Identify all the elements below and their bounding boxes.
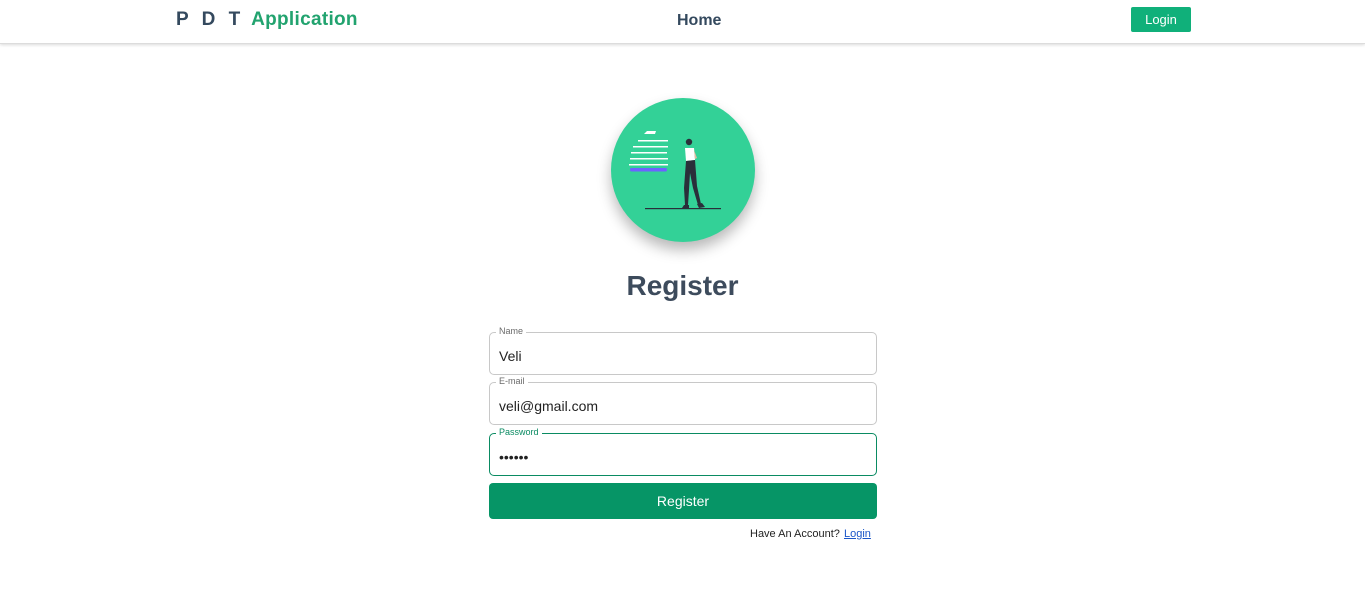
brand-logo[interactable]: P D T Application <box>176 9 358 31</box>
nav-home-link[interactable]: Home <box>677 12 721 30</box>
name-field-label: Name <box>496 326 527 336</box>
top-navbar: P D T Application Home Login <box>0 0 1365 44</box>
brand-text-pdt: P D T <box>176 9 245 30</box>
name-field[interactable]: Name <box>489 326 877 375</box>
page-title: Register <box>626 270 739 301</box>
register-button[interactable]: Register <box>489 483 877 519</box>
brand-text-application: Application <box>251 9 358 30</box>
register-illustration <box>611 98 755 242</box>
nav-login-button[interactable]: Login <box>1131 7 1191 32</box>
password-field-label: Password <box>496 427 542 437</box>
password-field[interactable]: Password <box>489 427 877 476</box>
login-link[interactable]: Login <box>844 528 871 540</box>
password-input[interactable] <box>499 447 859 467</box>
person-walking-illustration-icon <box>629 131 721 210</box>
email-input[interactable] <box>499 396 859 416</box>
email-field-label: E-mail <box>496 376 528 386</box>
have-account-text: Have An Account? <box>750 528 840 540</box>
name-input[interactable] <box>499 346 859 366</box>
email-field[interactable]: E-mail <box>489 376 877 425</box>
